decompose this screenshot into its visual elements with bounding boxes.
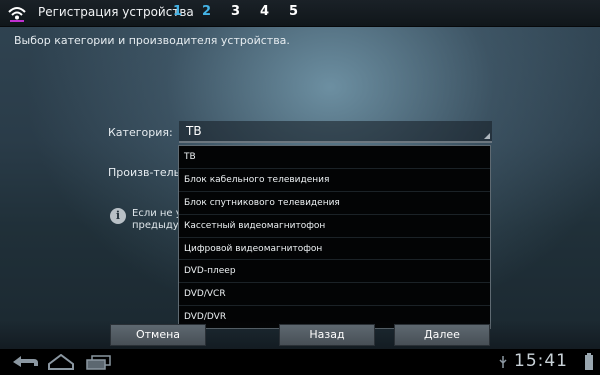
usb-icon bbox=[499, 356, 507, 368]
dropdown-option[interactable]: Блок кабельного телевидения bbox=[179, 169, 490, 192]
system-bar: 15:41 bbox=[0, 349, 600, 375]
dropdown-option[interactable]: ТВ bbox=[179, 146, 490, 169]
recent-apps-icon[interactable] bbox=[84, 354, 114, 370]
category-dropdown-list[interactable]: ТВ Блок кабельного телевидения Блок спут… bbox=[178, 145, 491, 329]
dropdown-option[interactable]: DVD-плеер bbox=[179, 260, 490, 284]
category-label: Категория: bbox=[108, 126, 173, 139]
battery-icon bbox=[585, 353, 593, 370]
title-bar: Регистрация устройства 1 2 3 4 5 bbox=[0, 0, 600, 27]
page-title: Регистрация устройства bbox=[38, 5, 194, 19]
step-4: 4 bbox=[260, 4, 270, 19]
dropdown-option[interactable]: Блок спутникового телевидения bbox=[179, 192, 490, 215]
back-button[interactable]: Назад bbox=[279, 324, 375, 346]
category-selected-value: ТВ bbox=[186, 124, 202, 138]
next-button[interactable]: Далее bbox=[394, 324, 490, 346]
cancel-button[interactable]: Отмена bbox=[110, 324, 206, 346]
clock: 15:41 bbox=[514, 351, 568, 371]
category-select[interactable]: ТВ bbox=[179, 121, 492, 143]
dropdown-option[interactable]: Цифровой видеомагнитофон bbox=[179, 238, 490, 261]
step-2: 2 bbox=[202, 4, 212, 19]
info-icon: i bbox=[110, 208, 126, 224]
step-indicator: 1 2 3 4 5 bbox=[173, 4, 318, 22]
dropdown-option[interactable]: DVD/VCR bbox=[179, 283, 490, 307]
back-nav-icon[interactable] bbox=[10, 354, 40, 370]
home-nav-icon[interactable] bbox=[46, 354, 76, 370]
step-1: 1 bbox=[173, 4, 183, 19]
dropdown-option[interactable]: Кассетный видеомагнитофон bbox=[179, 215, 490, 238]
step-5: 5 bbox=[289, 4, 299, 19]
step-3: 3 bbox=[231, 4, 241, 19]
manufacturer-label: Произв-тель: bbox=[108, 166, 184, 179]
dropdown-arrow-icon bbox=[484, 133, 490, 139]
wifi-remote-app-icon bbox=[8, 7, 26, 22]
instruction-text: Выбор категории и производителя устройст… bbox=[14, 34, 290, 47]
